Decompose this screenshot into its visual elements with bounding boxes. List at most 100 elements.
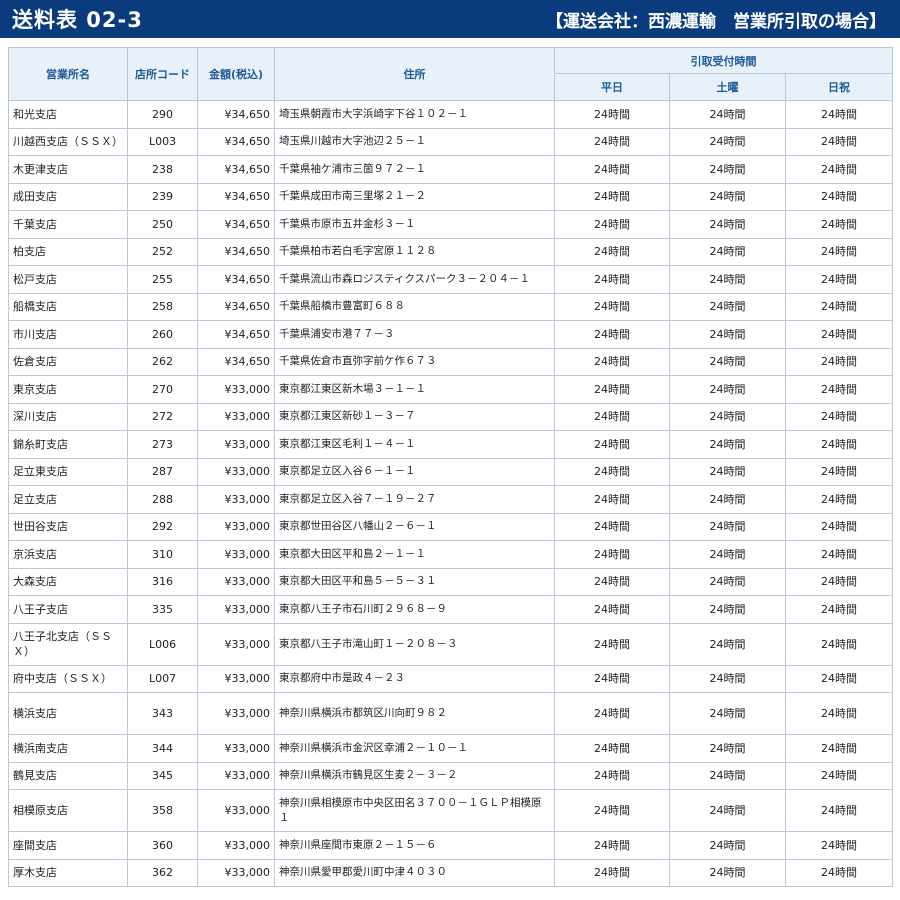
cell-price: ¥33,000 [197,761,275,790]
table-row: 八王子支店 335 ¥33,000 東京都八王子市石川町２９６８－９ 24時間 24時間 2… [8,595,893,624]
cell-saturday-hours: 24時間 [669,512,786,541]
column-header-code: 店所コード [127,47,198,101]
cell-branch-name: 足立支店 [8,485,128,514]
cell-branch-code: 360 [127,831,198,860]
cell-weekday-hours: 24時間 [554,831,670,860]
cell-branch-code: 270 [127,375,198,404]
cell-weekday-hours: 24時間 [554,485,670,514]
cell-weekday-hours: 24時間 [554,858,670,887]
cell-saturday-hours: 24時間 [669,789,786,832]
cell-address: 千葉県船橋市豊富町６８８ [274,292,555,321]
cell-address: 千葉県市原市五井金杉３－１ [274,210,555,239]
cell-address: 東京都八王子市石川町２９６８－９ [274,595,555,624]
cell-address: 千葉県浦安市港７７－３ [274,320,555,349]
cell-weekday-hours: 24時間 [554,210,670,239]
cell-address: 神奈川県横浜市都筑区川向町９８２ [274,692,555,735]
cell-branch-name: 松戸支店 [8,265,128,294]
cell-holiday-hours: 24時間 [785,789,893,832]
cell-holiday-hours: 24時間 [785,210,893,239]
cell-weekday-hours: 24時間 [554,789,670,832]
cell-branch-code: 288 [127,485,198,514]
cell-weekday-hours: 24時間 [554,692,670,735]
cell-saturday-hours: 24時間 [669,622,786,666]
cell-saturday-hours: 24時間 [669,237,786,266]
table-header: 営業所名 店所コード 金額(税込) 住所 引取受付時間 平日 土曜 日祝 [8,47,893,101]
cell-saturday-hours: 24時間 [669,595,786,624]
cell-weekday-hours: 24時間 [554,375,670,404]
cell-weekday-hours: 24時間 [554,347,670,376]
cell-weekday-hours: 24時間 [554,512,670,541]
cell-branch-name: 鶴見支店 [8,761,128,790]
cell-branch-name: 横浜支店 [8,692,128,735]
cell-holiday-hours: 24時間 [785,375,893,404]
cell-branch-name: 市川支店 [8,320,128,349]
cell-price: ¥33,000 [197,622,275,666]
cell-weekday-hours: 24時間 [554,127,670,156]
cell-saturday-hours: 24時間 [669,858,786,887]
cell-saturday-hours: 24時間 [669,567,786,596]
cell-price: ¥33,000 [197,789,275,832]
cell-price: ¥33,000 [197,664,275,693]
cell-branch-code: 252 [127,237,198,266]
cell-branch-name: 佐倉支店 [8,347,128,376]
cell-branch-name: 八王子支店 [8,595,128,624]
cell-holiday-hours: 24時間 [785,127,893,156]
cell-saturday-hours: 24時間 [669,430,786,459]
cell-address: 埼玉県朝霞市大字浜崎字下谷１０２－１ [274,100,555,129]
cell-price: ¥33,000 [197,540,275,569]
cell-saturday-hours: 24時間 [669,292,786,321]
cell-branch-name: 和光支店 [8,100,128,129]
cell-branch-name: 千葉支店 [8,210,128,239]
cell-weekday-hours: 24時間 [554,100,670,129]
cell-weekday-hours: 24時間 [554,761,670,790]
table-row: 深川支店 272 ¥33,000 東京都江東区新砂１－３－７ 24時間 24時間 24時間 [8,402,893,431]
cell-holiday-hours: 24時間 [785,692,893,735]
cell-saturday-hours: 24時間 [669,265,786,294]
cell-price: ¥33,000 [197,595,275,624]
cell-saturday-hours: 24時間 [669,831,786,860]
cell-branch-name: 川越西支店（ＳＳＸ） [8,127,128,156]
cell-branch-name: 横浜南支店 [8,734,128,763]
cell-price: ¥33,000 [197,402,275,431]
cell-branch-code: L003 [127,127,198,156]
cell-branch-name: 東京支店 [8,375,128,404]
cell-price: ¥33,000 [197,831,275,860]
cell-saturday-hours: 24時間 [669,734,786,763]
cell-address: 千葉県柏市若白毛字宮原１１２８ [274,237,555,266]
cell-price: ¥34,650 [197,155,275,184]
cell-address: 千葉県流山市森ロジスティクスパーク３－２０４－１ [274,265,555,294]
cell-saturday-hours: 24時間 [669,664,786,693]
cell-price: ¥34,650 [197,347,275,376]
table-row: 足立支店 288 ¥33,000 東京都足立区入谷７－１９－２７ 24時間 24時間 24時… [8,485,893,514]
cell-branch-code: 316 [127,567,198,596]
cell-branch-code: 239 [127,182,198,211]
cell-holiday-hours: 24時間 [785,831,893,860]
cell-weekday-hours: 24時間 [554,155,670,184]
cell-weekday-hours: 24時間 [554,540,670,569]
cell-weekday-hours: 24時間 [554,430,670,459]
cell-branch-name: 八王子北支店（ＳＳＸ） [8,622,128,666]
cell-address: 千葉県成田市南三里塚２１－２ [274,182,555,211]
cell-price: ¥33,000 [197,567,275,596]
cell-address: 東京都八王子市滝山町１－２０８－３ [274,622,555,666]
cell-holiday-hours: 24時間 [785,265,893,294]
table-row: 東京支店 270 ¥33,000 東京都江東区新木場３－１－１ 24時間 24時間 24時間 [8,375,893,404]
cell-price: ¥33,000 [197,692,275,735]
cell-saturday-hours: 24時間 [669,761,786,790]
cell-holiday-hours: 24時間 [785,182,893,211]
cell-branch-name: 深川支店 [8,402,128,431]
shipping-fee-table: 営業所名 店所コード 金額(税込) 住所 引取受付時間 平日 土曜 日祝 和光支… [8,47,893,887]
cell-branch-name: 船橋支店 [8,292,128,321]
cell-saturday-hours: 24時間 [669,540,786,569]
cell-branch-code: 238 [127,155,198,184]
cell-branch-name: 大森支店 [8,567,128,596]
cell-branch-code: 287 [127,457,198,486]
cell-address: 東京都世田谷区八幡山２－６－１ [274,512,555,541]
page-subtitle: 【運送会社：西濃運輸 営業所引取の場合】 [546,11,886,32]
cell-branch-code: 358 [127,789,198,832]
cell-holiday-hours: 24時間 [785,237,893,266]
cell-price: ¥34,650 [197,210,275,239]
cell-holiday-hours: 24時間 [785,485,893,514]
cell-saturday-hours: 24時間 [669,347,786,376]
cell-holiday-hours: 24時間 [785,540,893,569]
